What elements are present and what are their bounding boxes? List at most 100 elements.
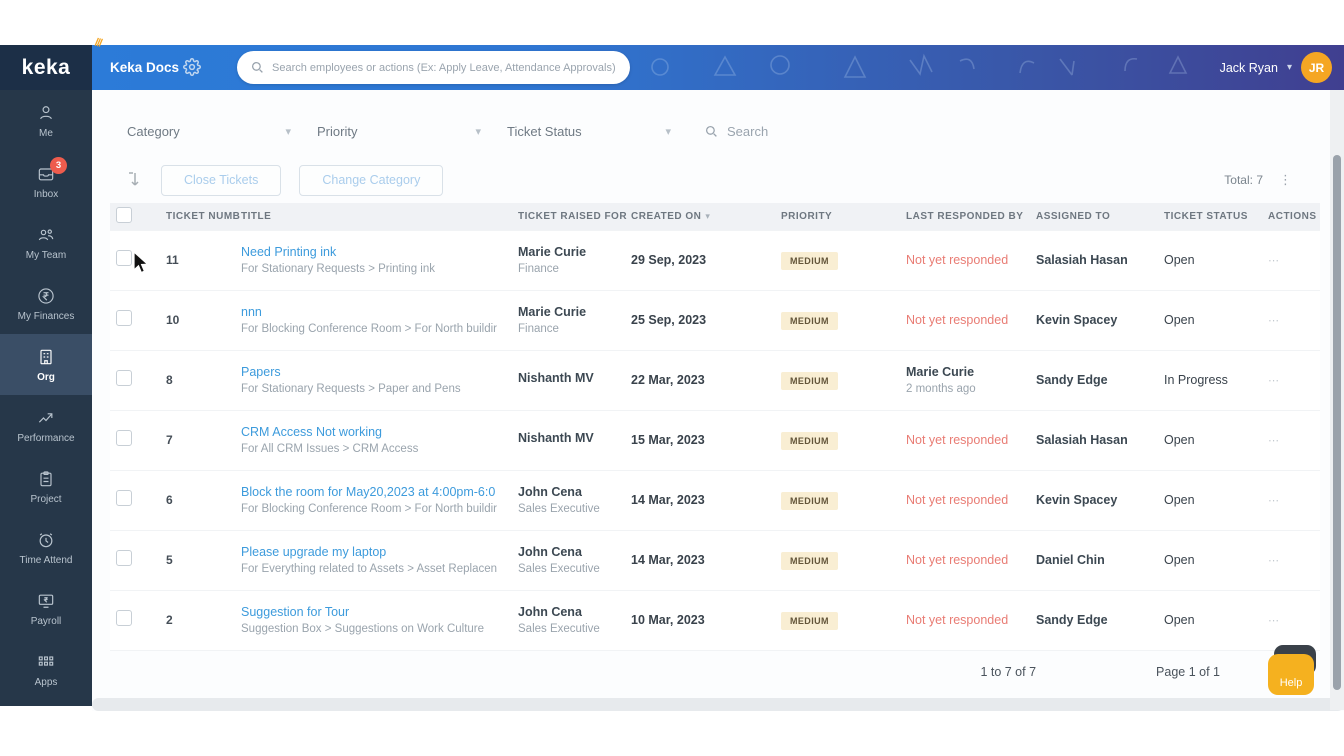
- monitor-rupee-icon: [38, 594, 54, 608]
- team-icon: [38, 228, 54, 240]
- category-filter-label: Category: [127, 123, 180, 139]
- table-row[interactable]: 11 Need Printing ink For Stationary Reque…: [110, 229, 1320, 291]
- ticket-title-link[interactable]: Need Printing ink: [241, 245, 506, 259]
- col-ticket-raised-for[interactable]: TICKET RAISED FOR: [512, 203, 627, 230]
- col-priority[interactable]: PRIORITY: [775, 203, 900, 230]
- row-checkbox[interactable]: [116, 609, 132, 626]
- select-all-checkbox[interactable]: [116, 206, 132, 223]
- row-actions-icon[interactable]: ⋯: [1268, 435, 1280, 447]
- ticket-title-link[interactable]: Suggestion for Tour: [241, 605, 506, 619]
- row-checkbox[interactable]: [116, 549, 132, 566]
- sidebar-item-time-attend[interactable]: Time Attend: [0, 517, 92, 578]
- col-ticket-numb[interactable]: TICKET NUMB: [160, 203, 240, 230]
- row-checkbox[interactable]: [116, 369, 132, 386]
- sidebar-item-performance[interactable]: Performance: [0, 395, 92, 456]
- keka-helpdesk-page: keka /// Keka Docs Jack Ryan ▾ JR Me 3 I…: [0, 0, 1344, 756]
- ticket-status-filter-label: Ticket Status: [507, 123, 582, 139]
- row-actions-icon[interactable]: ⋯: [1268, 315, 1280, 327]
- col-created-on[interactable]: CREATED ON ▾: [625, 203, 775, 230]
- table-row[interactable]: 7 CRM Access Not working For All CRM Issu…: [110, 410, 1320, 471]
- row-actions-icon[interactable]: ⋯: [1268, 555, 1280, 567]
- sidebar-item-my-team[interactable]: My Team: [0, 212, 92, 273]
- user-menu[interactable]: Jack Ryan ▾ JR: [1220, 45, 1332, 90]
- keka-logo-spark-icon: ///: [93, 36, 103, 50]
- priority-badge: MEDIUM: [781, 551, 838, 570]
- table-row[interactable]: 8 Papers For Stationary Requests > Paper …: [110, 350, 1320, 411]
- rupee-coin-icon: [38, 287, 54, 304]
- total-count: Total: 7: [1224, 173, 1263, 187]
- vertical-scrollbar-thumb[interactable]: [1333, 155, 1341, 690]
- global-search-input[interactable]: [272, 61, 616, 74]
- sidebar-item-inbox[interactable]: 3 Inbox: [0, 151, 92, 212]
- table-header-row: TICKET NUMB TITLE TICKET RAISED FOR CREA…: [110, 203, 1320, 230]
- sidebar-item-label: Performance: [17, 432, 75, 444]
- priority-badge: MEDIUM: [781, 311, 838, 330]
- user-icon: [40, 105, 52, 119]
- row-actions-icon[interactable]: ⋯: [1268, 255, 1280, 267]
- sidebar-item-apps[interactable]: Apps: [0, 639, 92, 700]
- chevron-down-icon: ▾: [285, 125, 291, 138]
- pagination-range: 1 to 7 of 7: [980, 665, 1037, 679]
- sort-caret-icon: ▾: [705, 210, 711, 221]
- row-actions-icon[interactable]: ⋯: [1268, 495, 1280, 507]
- chevron-down-icon: ▾: [665, 125, 671, 138]
- category-filter-dropdown[interactable]: Category ▾: [127, 124, 317, 139]
- table-row[interactable]: 6 Block the room for May20,2023 at 4:00p…: [110, 470, 1320, 531]
- helpdesk-tickets-panel: Category ▾ Priority ▾ Ticket Status ▾ Cl…: [92, 90, 1344, 711]
- priority-badge: MEDIUM: [781, 251, 838, 270]
- sidebar-item-label: Me: [39, 127, 53, 139]
- row-checkbox[interactable]: [116, 249, 132, 266]
- table-row[interactable]: 10 nnn For Blocking Conference Room > For…: [110, 290, 1320, 351]
- sidebar-item-org[interactable]: Org: [0, 334, 92, 395]
- row-checkbox[interactable]: [116, 309, 132, 326]
- ticket-category-path: For Blocking Conference Room > For North…: [241, 323, 497, 335]
- change-category-button[interactable]: Change Category: [299, 164, 444, 196]
- priority-filter-label: Priority: [317, 123, 358, 139]
- row-checkbox[interactable]: [116, 489, 132, 506]
- table-row[interactable]: 5 Please upgrade my laptop For Everything…: [110, 530, 1320, 591]
- alarm-clock-icon: [39, 532, 53, 547]
- sidebar-item-payroll[interactable]: Payroll: [0, 578, 92, 639]
- col-last-responded-by[interactable]: LAST RESPONDED BY: [900, 203, 1030, 230]
- col-assigned-to[interactable]: ASSIGNED TO: [1030, 203, 1158, 230]
- sidebar-item-label: Time Attend: [19, 554, 73, 566]
- horizontal-scrollbar[interactable]: [92, 698, 1344, 711]
- sidebar-item-project[interactable]: Project: [0, 456, 92, 517]
- more-options-icon[interactable]: ⋮: [1279, 173, 1292, 186]
- global-search: [237, 51, 630, 84]
- table-row[interactable]: 2 Suggestion for Tour Suggestion Box > Su…: [110, 590, 1320, 651]
- row-actions-icon[interactable]: ⋯: [1268, 375, 1280, 387]
- col-title[interactable]: TITLE: [235, 203, 512, 230]
- ticket-title-link[interactable]: Please upgrade my laptop: [241, 545, 506, 559]
- settings-gear-icon[interactable]: [183, 58, 201, 76]
- ticket-search-input[interactable]: [727, 123, 857, 139]
- keka-logo[interactable]: keka ///: [0, 36, 102, 90]
- ticket-category-path: Suggestion Box > Suggestions on Work Cul…: [241, 623, 485, 635]
- ticket-title-link[interactable]: nnn: [241, 305, 506, 319]
- sidebar-item-my-finances[interactable]: My Finances: [0, 273, 92, 334]
- trend-up-icon: [38, 412, 53, 423]
- ticket-status-filter-dropdown[interactable]: Ticket Status ▾: [507, 124, 697, 139]
- close-tickets-button[interactable]: Close Tickets: [161, 164, 282, 196]
- avatar[interactable]: JR: [1301, 52, 1332, 83]
- sort-icon[interactable]: [127, 171, 143, 189]
- search-icon: [705, 125, 717, 137]
- ticket-title-link[interactable]: Papers: [241, 365, 506, 379]
- sidebar-item-label: Project: [30, 493, 62, 505]
- bulk-actions-toolbar: Close Tickets Change Category: [127, 160, 444, 200]
- pagination-page: Page 1 of 1: [1156, 665, 1220, 679]
- col-actions[interactable]: ACTIONS: [1262, 203, 1320, 230]
- priority-filter-dropdown[interactable]: Priority ▾: [317, 124, 507, 139]
- apps-grid-icon: [38, 655, 54, 666]
- ticket-category-path: For Stationary Requests > Printing ink: [241, 263, 435, 275]
- ticket-title-link[interactable]: CRM Access Not working: [241, 425, 506, 439]
- ticket-title-link[interactable]: Block the room for May20,2023 at 4:00pm-…: [241, 485, 506, 499]
- total-area: Total: 7 ⋮: [1224, 160, 1292, 200]
- row-actions-icon[interactable]: ⋯: [1268, 615, 1280, 627]
- priority-badge: MEDIUM: [781, 371, 838, 390]
- ticket-search: [705, 123, 857, 139]
- row-checkbox[interactable]: [116, 429, 132, 446]
- col-ticket-status[interactable]: TICKET STATUS: [1158, 203, 1262, 230]
- sidebar-item-me[interactable]: Me: [0, 90, 92, 151]
- help-button[interactable]: Help: [1268, 654, 1314, 695]
